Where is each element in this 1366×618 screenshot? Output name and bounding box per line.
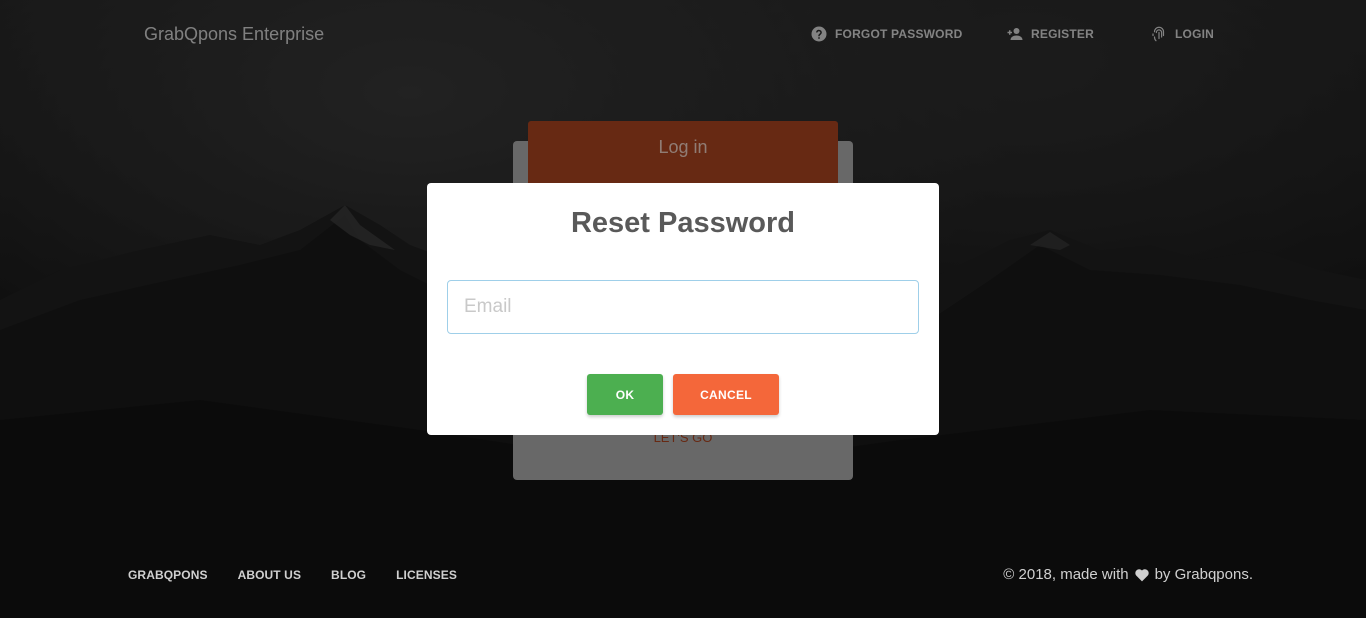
reset-password-dialog: Reset Password OK CANCEL xyxy=(427,183,939,435)
footer-nav: GRABQPONS ABOUT US BLOG LICENSES xyxy=(128,568,457,582)
heart-icon xyxy=(1134,568,1149,581)
cancel-button[interactable]: CANCEL xyxy=(673,374,779,415)
email-input[interactable] xyxy=(447,280,919,334)
copyright-suffix: by Grabqpons. xyxy=(1154,566,1253,583)
footer-link-blog[interactable]: BLOG xyxy=(331,568,366,582)
footer-link-about-us[interactable]: ABOUT US xyxy=(238,568,301,582)
copyright: © 2018, made with by Grabqpons. xyxy=(1003,566,1253,583)
footer-link-grabqpons[interactable]: GRABQPONS xyxy=(128,568,208,582)
ok-button[interactable]: OK xyxy=(587,374,663,415)
footer-link-licenses[interactable]: LICENSES xyxy=(396,568,457,582)
copyright-prefix: © 2018, made with xyxy=(1003,566,1129,583)
dialog-title: Reset Password xyxy=(570,207,796,239)
